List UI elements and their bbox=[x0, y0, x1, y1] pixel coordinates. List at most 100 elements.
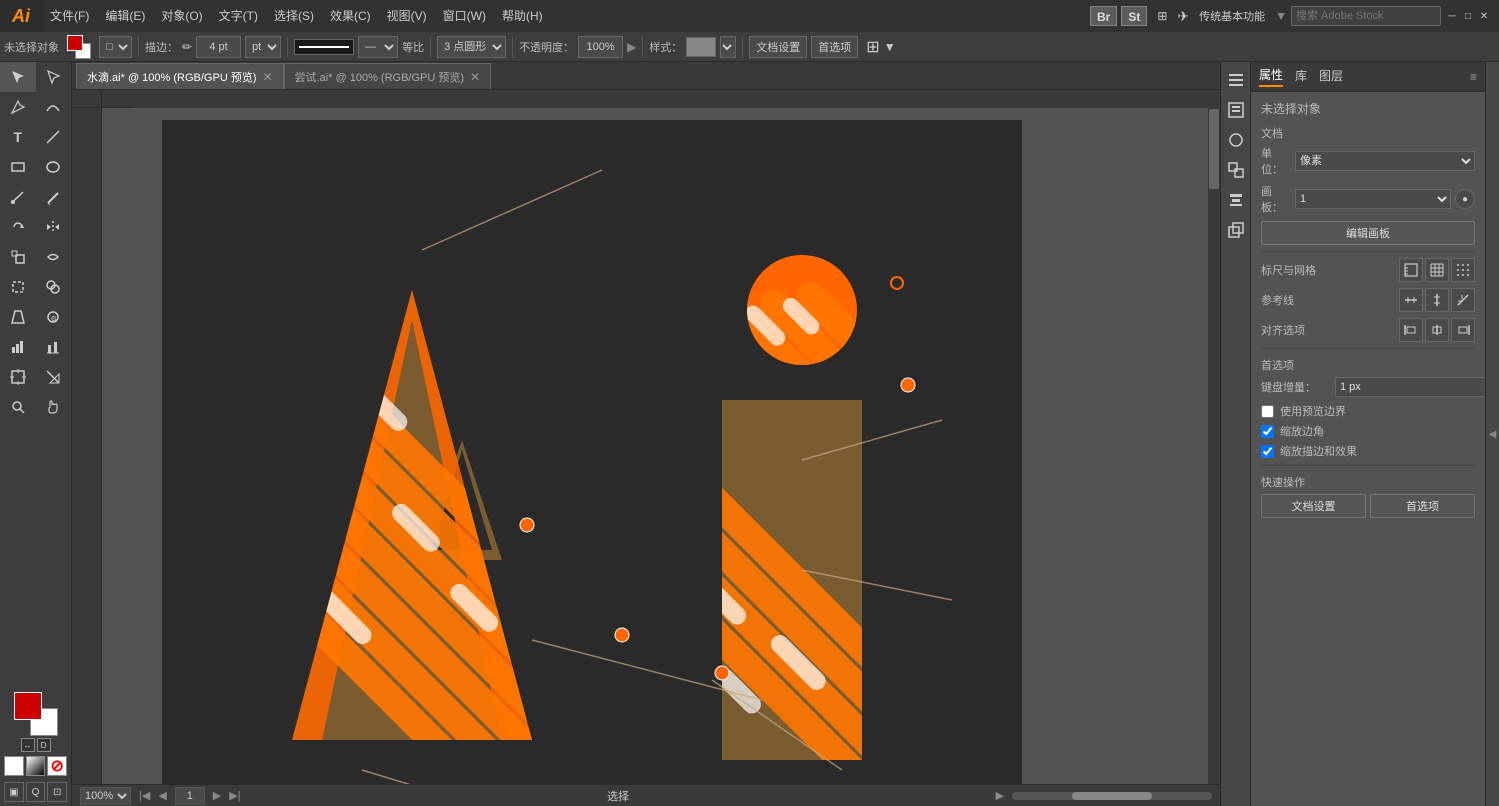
style-select[interactable] bbox=[720, 36, 736, 58]
column-graph-tool[interactable] bbox=[36, 332, 72, 362]
guide-diagonal-icon[interactable] bbox=[1451, 288, 1475, 312]
slice-tool[interactable] bbox=[36, 362, 72, 392]
fill-type-select[interactable]: □ bbox=[99, 36, 132, 58]
nav-end-icon[interactable]: ▶ bbox=[213, 789, 221, 802]
menu-object[interactable]: 对象(O) bbox=[153, 0, 210, 32]
tab-shuidi[interactable]: 水滴.ai* @ 100% (RGB/GPU 预览) ✕ bbox=[76, 63, 284, 89]
shape-builder-tool[interactable] bbox=[36, 272, 72, 302]
align-center-icon[interactable] bbox=[1425, 318, 1449, 342]
symbol-tool[interactable]: ⚙ bbox=[36, 302, 72, 332]
tab-close-1[interactable]: ✕ bbox=[262, 71, 272, 83]
page-input[interactable] bbox=[175, 787, 205, 805]
zoom-select[interactable]: 100% bbox=[80, 787, 131, 805]
rotate-tool[interactable] bbox=[0, 212, 36, 242]
artboard-select[interactable]: 1 bbox=[1295, 189, 1451, 209]
edit-artboard-btn[interactable]: 编辑画板 bbox=[1261, 221, 1475, 245]
gradient-mode-btn[interactable] bbox=[26, 756, 46, 776]
keyboard-inc-input[interactable] bbox=[1335, 377, 1485, 397]
pencil-tool[interactable] bbox=[36, 182, 72, 212]
style-preview[interactable] bbox=[686, 37, 716, 57]
ellipse-tool[interactable] bbox=[36, 152, 72, 182]
none-mode-btn[interactable]: ⊘ bbox=[47, 756, 67, 776]
scale-strokes-checkbox[interactable] bbox=[1261, 425, 1274, 438]
zoom-tool[interactable] bbox=[0, 392, 36, 422]
scale-effects-checkbox[interactable] bbox=[1261, 445, 1274, 458]
properties-icon[interactable] bbox=[1221, 66, 1251, 94]
color-panel-icon[interactable] bbox=[1221, 126, 1251, 154]
hand-tool[interactable] bbox=[36, 392, 72, 422]
direct-selection-tool[interactable] bbox=[36, 62, 72, 92]
scroll-thumb-v[interactable] bbox=[1209, 109, 1219, 189]
curvature-tool[interactable] bbox=[36, 92, 72, 122]
quick-preferences-btn[interactable]: 首选项 bbox=[1370, 494, 1475, 518]
reflect-tool[interactable] bbox=[36, 212, 72, 242]
canvas-scrollbar-v[interactable] bbox=[1208, 108, 1220, 784]
stroke-unit-select[interactable]: pt bbox=[245, 36, 281, 58]
unit-select[interactable]: 像素 bbox=[1295, 151, 1475, 171]
menu-window[interactable]: 窗口(W) bbox=[435, 0, 494, 32]
print-tiling-btn[interactable]: ▣ bbox=[4, 782, 24, 802]
quick-doc-settings-btn[interactable]: 文档设置 bbox=[1261, 494, 1366, 518]
arrow-icon[interactable]: ✈ bbox=[1177, 8, 1189, 25]
tab-close-2[interactable]: ✕ bbox=[470, 71, 480, 83]
opacity-input[interactable] bbox=[578, 36, 623, 58]
nav-prev-icon[interactable]: |◀ bbox=[139, 789, 150, 802]
type-tool[interactable]: T bbox=[0, 122, 36, 152]
close-button[interactable]: ✕ bbox=[1477, 9, 1491, 23]
perspective-tool[interactable] bbox=[0, 302, 36, 332]
tab-properties[interactable]: 属性 bbox=[1259, 66, 1283, 87]
preview-bounds-checkbox[interactable] bbox=[1261, 405, 1274, 418]
h-scrollbar[interactable] bbox=[1012, 792, 1212, 800]
menu-help[interactable]: 帮助(H) bbox=[494, 0, 551, 32]
play-icon[interactable]: ▶ bbox=[996, 789, 1004, 802]
zoom-level-btn[interactable]: Q bbox=[26, 782, 46, 802]
tab-changshi[interactable]: 尝试.ai* @ 100% (RGB/GPU 预览) ✕ bbox=[284, 63, 492, 89]
grid-icon[interactable] bbox=[1425, 258, 1449, 282]
menu-view[interactable]: 视图(V) bbox=[379, 0, 435, 32]
align-panel-icon[interactable] bbox=[1221, 186, 1251, 214]
nav-start-icon[interactable]: ◀ bbox=[158, 789, 166, 802]
color-mode-btn[interactable] bbox=[4, 756, 24, 776]
pen-tool[interactable] bbox=[0, 92, 36, 122]
graph-tool[interactable] bbox=[0, 332, 36, 362]
preferences-btn[interactable]: 首选项 bbox=[811, 36, 858, 58]
stroke-preview[interactable] bbox=[294, 39, 354, 55]
menu-select[interactable]: 选择(S) bbox=[266, 0, 322, 32]
align-left-icon[interactable] bbox=[1399, 318, 1423, 342]
right-collapse-handle[interactable]: ◀ bbox=[1485, 62, 1499, 806]
fill-stroke-selector[interactable] bbox=[67, 35, 91, 59]
menu-edit[interactable]: 编辑(E) bbox=[97, 0, 153, 32]
transform-icon[interactable] bbox=[1221, 156, 1251, 184]
rectangle-tool[interactable] bbox=[0, 152, 36, 182]
artboard-tool[interactable] bbox=[0, 362, 36, 392]
points-select[interactable]: 3 点圆形 bbox=[437, 36, 506, 58]
opacity-arrow[interactable]: ▶ bbox=[627, 40, 636, 54]
tab-library[interactable]: 库 bbox=[1295, 67, 1307, 86]
selection-tool[interactable] bbox=[0, 62, 36, 92]
dot-grid-icon[interactable] bbox=[1451, 258, 1475, 282]
fill-stroke-swatches[interactable] bbox=[14, 692, 58, 736]
default-colors-btn[interactable]: D bbox=[37, 738, 51, 752]
menu-effect[interactable]: 效果(C) bbox=[322, 0, 379, 32]
artboard-toggle[interactable]: ● bbox=[1455, 189, 1475, 209]
scale-tool[interactable] bbox=[0, 242, 36, 272]
maximize-button[interactable]: □ bbox=[1461, 9, 1475, 23]
swap-colors-btn[interactable]: ↔ bbox=[21, 738, 35, 752]
tab-layers[interactable]: 图层 bbox=[1319, 67, 1343, 86]
stock-btn[interactable]: St bbox=[1121, 6, 1147, 26]
fill-swatch[interactable] bbox=[14, 692, 42, 720]
minimize-button[interactable]: ─ bbox=[1445, 9, 1459, 23]
nav-last-icon[interactable]: ▶| bbox=[229, 789, 240, 802]
menu-file[interactable]: 文件(F) bbox=[42, 0, 97, 32]
arrange-icon[interactable]: ⊞ bbox=[866, 37, 879, 57]
free-transform-tool[interactable] bbox=[0, 272, 36, 302]
align-right-icon[interactable] bbox=[1451, 318, 1475, 342]
menu-text[interactable]: 文字(T) bbox=[211, 0, 266, 32]
ruler-icon[interactable] bbox=[1399, 258, 1423, 282]
layout-icon[interactable]: ⊞ bbox=[1157, 9, 1167, 23]
guide-v-icon[interactable] bbox=[1425, 288, 1449, 312]
paintbrush-tool[interactable] bbox=[0, 182, 36, 212]
stock-search-input[interactable] bbox=[1291, 6, 1441, 26]
stroke-style-select[interactable]: — bbox=[358, 36, 398, 58]
panel-menu-icon[interactable]: ≡ bbox=[1470, 70, 1477, 84]
